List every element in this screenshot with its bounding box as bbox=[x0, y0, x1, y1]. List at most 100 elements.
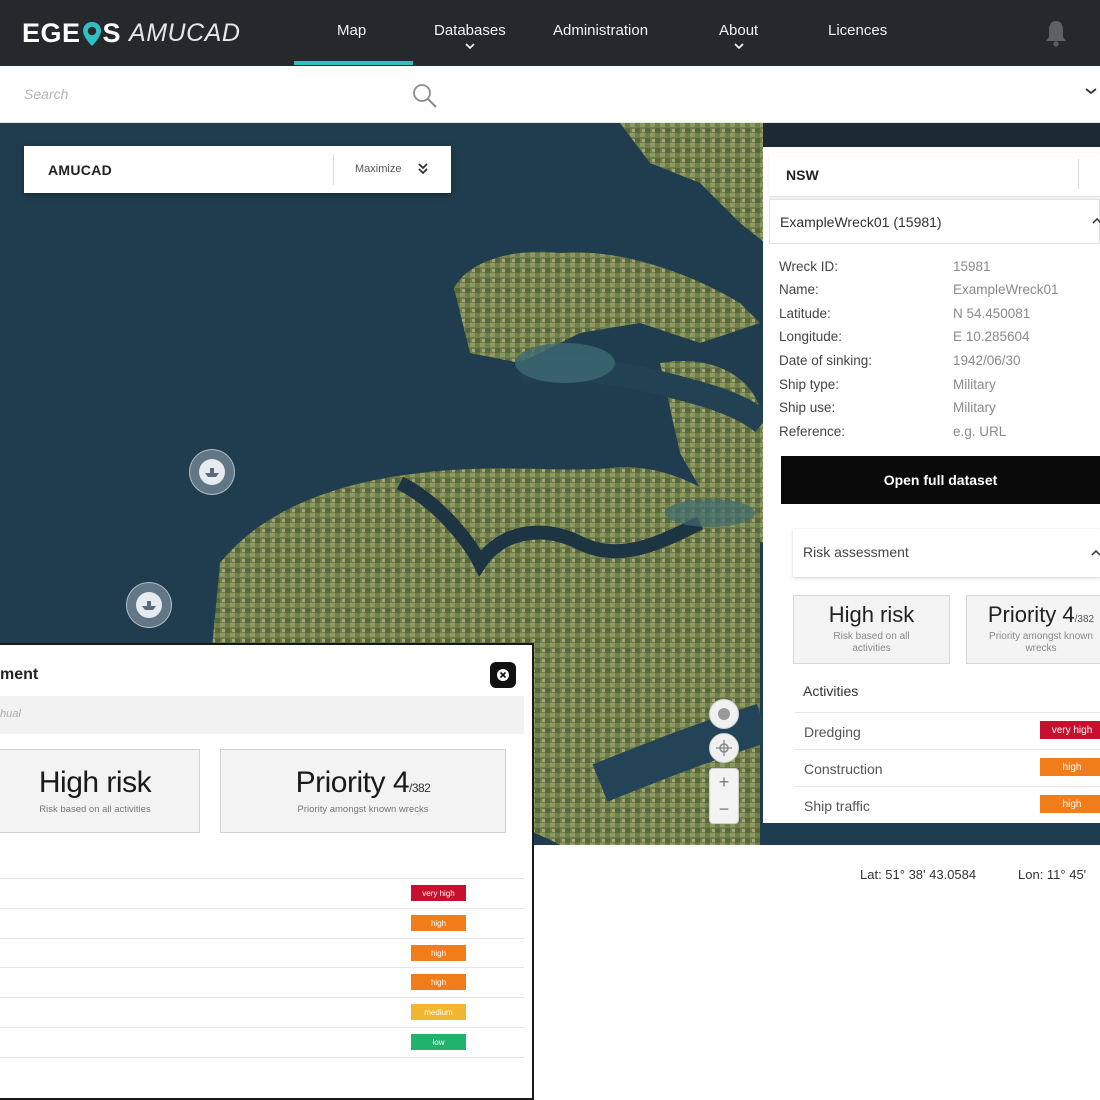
circle-icon bbox=[718, 708, 730, 720]
risk-assessment-panel: ment hual High risk Risk based on all ac… bbox=[0, 643, 534, 1100]
field-label: Name: bbox=[779, 282, 819, 297]
nav-active-indicator bbox=[294, 61, 413, 65]
double-chevron-down-icon[interactable] bbox=[417, 163, 429, 175]
priority-suffix: /382 bbox=[1074, 614, 1095, 625]
layers-button[interactable] bbox=[709, 699, 739, 729]
status-badge: very high bbox=[411, 885, 466, 901]
ship-icon bbox=[142, 601, 156, 610]
longitude-readout: Lon: 11° 45' bbox=[1018, 867, 1087, 882]
panel-tab-title: NSW bbox=[786, 167, 819, 183]
risk-panel-subbar: hual bbox=[0, 696, 524, 734]
activity-row bbox=[0, 1057, 524, 1087]
open-full-dataset-button[interactable]: Open full dataset bbox=[781, 456, 1100, 504]
nav-licences-label: Licences bbox=[828, 22, 888, 39]
status-badge: high bbox=[411, 915, 466, 931]
top-navbar: EGE S AMUCAD Map Databases Administratio… bbox=[0, 0, 1100, 66]
field-label: Date of sinking: bbox=[779, 353, 873, 368]
search-bar bbox=[0, 66, 1100, 123]
field-value: Military bbox=[953, 400, 996, 415]
activity-row: low bbox=[0, 1027, 524, 1057]
chevron-up-icon bbox=[1092, 218, 1100, 224]
panel-tab[interactable]: NSW bbox=[769, 153, 1100, 197]
nav-databases-label: Databases bbox=[434, 22, 506, 39]
close-button[interactable] bbox=[490, 662, 516, 688]
priority-title: Priority 4 bbox=[295, 766, 410, 799]
status-badge: very high bbox=[1040, 721, 1100, 739]
activity-row: high bbox=[0, 967, 524, 997]
activity-row: very high bbox=[0, 878, 524, 908]
activity-row: Construction high bbox=[795, 749, 1100, 785]
activity-row: Ship traffic high bbox=[795, 786, 1100, 822]
latitude-readout: Lat: 51° 38' 43.0584 bbox=[860, 867, 977, 882]
panel-topbar bbox=[763, 123, 1100, 147]
logo-text-pre: EGE bbox=[22, 17, 81, 48]
risk-assessment-accordion[interactable]: Risk assessment bbox=[793, 529, 1100, 577]
status-badge: medium bbox=[411, 1004, 466, 1020]
field-value: 1942/06/30 bbox=[953, 353, 1021, 368]
app-logo[interactable]: EGE S AMUCAD bbox=[22, 16, 240, 50]
status-badge: high bbox=[1040, 795, 1100, 813]
nav-map-label: Map bbox=[337, 22, 367, 39]
activity-row: Dredging very high bbox=[795, 712, 1100, 748]
field-value: ExampleWreck01 bbox=[953, 282, 1059, 297]
nav-about[interactable]: About bbox=[719, 22, 758, 50]
search-input[interactable] bbox=[24, 82, 404, 106]
status-badge: high bbox=[1040, 758, 1100, 776]
nav-map[interactable]: Map bbox=[337, 22, 366, 44]
search-icon[interactable] bbox=[411, 82, 439, 110]
logo-subtitle: AMUCAD bbox=[129, 18, 241, 47]
status-badge: high bbox=[411, 945, 466, 961]
field-label: Latitude: bbox=[779, 306, 831, 321]
bell-icon[interactable] bbox=[1044, 19, 1068, 47]
priority-card: Priority 4/382 Priority amongst known wr… bbox=[220, 749, 506, 833]
wreck-accordion[interactable]: ExampleWreck01 (15981) bbox=[769, 199, 1100, 244]
zoom-in-button[interactable]: + bbox=[710, 769, 738, 796]
wreck-marker[interactable] bbox=[126, 582, 172, 628]
wreck-marker[interactable] bbox=[189, 449, 235, 495]
status-badge: low bbox=[411, 1034, 466, 1050]
map-panel-header: AMUCAD Maximize bbox=[24, 146, 451, 193]
field-label: Ship use: bbox=[779, 400, 836, 415]
field-value: e.g. URL bbox=[953, 424, 1007, 439]
chevron-down-icon[interactable] bbox=[1084, 86, 1098, 96]
status-badge: high bbox=[411, 974, 466, 990]
risk-panel-title: ment bbox=[0, 666, 39, 683]
field-value: N 54.450081 bbox=[953, 306, 1031, 321]
priority-subtitle: Priority amongst known wrecks bbox=[297, 804, 429, 815]
map-panel-title: AMUCAD bbox=[48, 162, 113, 178]
nav-licences[interactable]: Licences bbox=[828, 22, 887, 44]
field-value: Military bbox=[953, 377, 996, 392]
crosshair-icon bbox=[716, 740, 732, 756]
divider bbox=[1078, 159, 1079, 189]
risk-level-card: High risk Risk based on all activities bbox=[793, 595, 950, 664]
close-icon bbox=[497, 669, 509, 681]
priority-suffix: /382 bbox=[409, 781, 431, 795]
activity-name: Dredging bbox=[804, 724, 861, 740]
divider bbox=[333, 154, 334, 185]
activity-name: Construction bbox=[804, 761, 883, 777]
zoom-control: + − bbox=[709, 768, 739, 824]
risk-assessment-title: Risk assessment bbox=[803, 544, 909, 560]
priority-card: Priority 4/382 Priority amongst known wr… bbox=[966, 595, 1100, 664]
chevron-up-icon bbox=[1091, 550, 1100, 556]
ship-icon bbox=[205, 468, 219, 477]
chevron-down-icon bbox=[734, 43, 744, 50]
risk-level-title: High risk bbox=[38, 766, 152, 799]
wreck-detail-panel: NSW ExampleWreck01 (15981) Wreck ID: 159… bbox=[763, 123, 1100, 823]
maximize-button[interactable]: Maximize bbox=[355, 163, 401, 175]
chevron-down-icon bbox=[465, 43, 475, 50]
field-value: E 10.285604 bbox=[953, 329, 1030, 344]
activity-name: Ship traffic bbox=[804, 798, 870, 814]
nav-administration-label: Administration bbox=[553, 22, 649, 39]
activity-row: medium bbox=[0, 997, 524, 1027]
location-pin-icon bbox=[82, 21, 102, 47]
zoom-out-button[interactable]: − bbox=[710, 796, 738, 823]
field-label: Ship type: bbox=[779, 377, 840, 392]
nav-databases[interactable]: Databases bbox=[434, 22, 506, 50]
field-label: Longitude: bbox=[779, 329, 843, 344]
activities-heading: Activities bbox=[803, 683, 859, 699]
risk-level-subtitle: Risk based on all activities bbox=[39, 804, 151, 815]
nav-administration[interactable]: Administration bbox=[553, 22, 648, 44]
locate-button[interactable] bbox=[709, 733, 739, 763]
field-label: Wreck ID: bbox=[779, 259, 839, 274]
